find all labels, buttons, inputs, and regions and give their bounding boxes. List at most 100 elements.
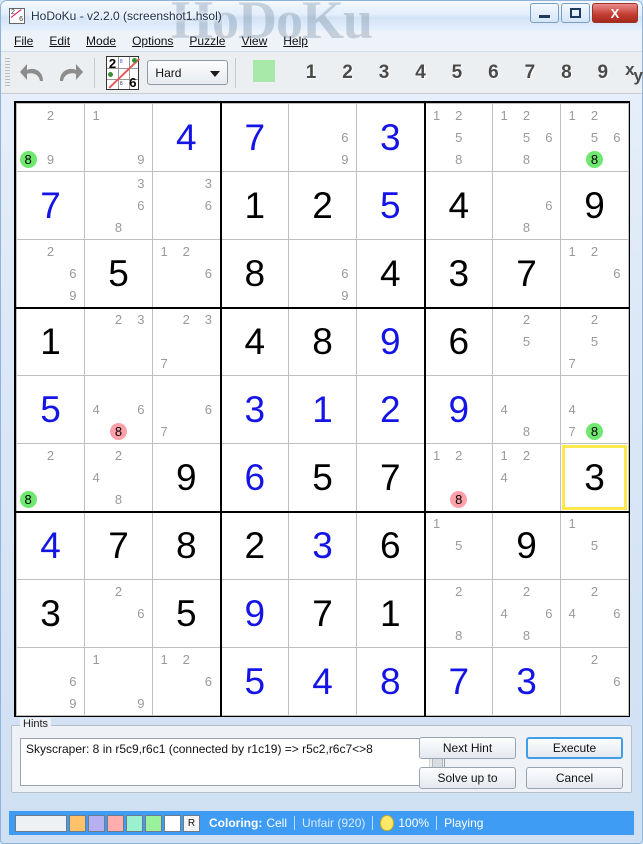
sudoku-cell-r2c8[interactable]: 68 <box>492 171 561 240</box>
sudoku-cell-r9c2[interactable]: 19 <box>84 647 153 716</box>
redo-button[interactable] <box>51 57 86 89</box>
sudoku-cell-r9c6[interactable]: 8 <box>356 647 426 716</box>
color-swatch-orange[interactable] <box>69 814 86 832</box>
sudoku-cell-r9c4[interactable]: 5 <box>220 647 289 716</box>
sudoku-cell-r7c7[interactable]: 15 <box>424 511 493 580</box>
sudoku-cell-r4c8[interactable]: 25 <box>492 307 561 376</box>
sudoku-cell-r3c4[interactable]: 8 <box>220 239 289 309</box>
sudoku-cell-r4c3[interactable]: 23 7 <box>152 307 222 376</box>
color-reset-button[interactable]: R <box>183 814 200 832</box>
color-swatch-none[interactable] <box>15 814 67 832</box>
solve-up-to-button[interactable]: Solve up to <box>419 767 516 789</box>
sudoku-cell-r8c9[interactable]: 24 6 <box>560 579 629 648</box>
sudoku-cell-r2c5[interactable]: 2 <box>288 171 357 240</box>
number-button-3[interactable]: 3 <box>366 62 402 84</box>
toolbar-grip[interactable] <box>5 57 10 88</box>
sudoku-cell-r5c6[interactable]: 2 <box>356 375 426 444</box>
sudoku-cell-r7c2[interactable]: 7 <box>84 511 153 580</box>
mini-sudoku-icon[interactable]: 2 6 8 8 <box>105 55 140 90</box>
sudoku-cell-r2c2[interactable]: 3 68 <box>84 171 153 240</box>
sudoku-cell-r6c9[interactable]: 3 <box>560 443 629 513</box>
cancel-button[interactable]: Cancel <box>526 767 623 789</box>
sudoku-cell-r1c8[interactable]: 12 568 <box>492 103 561 172</box>
number-button-9[interactable]: 9 <box>585 62 621 84</box>
sudoku-cell-r6c4[interactable]: 6 <box>220 443 289 513</box>
sudoku-cell-r1c1[interactable]: 2 89 <box>16 103 85 172</box>
color-swatch-teal[interactable] <box>126 814 143 832</box>
sudoku-cell-r5c8[interactable]: 48 <box>492 375 561 444</box>
sudoku-cell-r2c6[interactable]: 5 <box>356 171 426 240</box>
sudoku-cell-r5c1[interactable]: 5 <box>16 375 85 444</box>
sudoku-cell-r5c5[interactable]: 1 <box>288 375 357 444</box>
sudoku-cell-r8c5[interactable]: 7 <box>288 579 357 648</box>
undo-button[interactable] <box>16 57 51 89</box>
sudoku-cell-r8c3[interactable]: 5 <box>152 579 222 648</box>
sudoku-cell-r6c6[interactable]: 7 <box>356 443 426 513</box>
hint-textarea[interactable]: Skyscraper: 8 in r5c9,r6c1 (connected by… <box>20 738 445 786</box>
menu-item-file[interactable]: File <box>7 32 40 50</box>
color-swatch-pink[interactable] <box>107 814 124 832</box>
sudoku-cell-r3c5[interactable]: 69 <box>288 239 357 309</box>
sudoku-cell-r5c2[interactable]: 4 68 <box>84 375 153 444</box>
menu-item-puzzle[interactable]: Puzzle <box>182 32 232 50</box>
sudoku-cell-r7c5[interactable]: 3 <box>288 511 357 580</box>
number-button-2[interactable]: 2 <box>329 62 365 84</box>
menu-item-help[interactable]: Help <box>276 32 315 50</box>
sudoku-cell-r9c5[interactable]: 4 <box>288 647 357 716</box>
number-button-7[interactable]: 7 <box>512 62 548 84</box>
sudoku-cell-r7c6[interactable]: 6 <box>356 511 426 580</box>
sudoku-cell-r1c7[interactable]: 12 5 8 <box>424 103 493 172</box>
color-swatch-purple[interactable] <box>88 814 105 832</box>
next-hint-button[interactable]: Next Hint <box>419 737 516 759</box>
close-button[interactable]: X <box>592 3 638 23</box>
menu-item-mode[interactable]: Mode <box>79 32 123 50</box>
sudoku-cell-r9c1[interactable]: 69 <box>16 647 85 716</box>
sudoku-cell-r9c7[interactable]: 7 <box>424 647 493 716</box>
execute-button[interactable]: Execute <box>526 737 623 759</box>
sudoku-cell-r8c7[interactable]: 28 <box>424 579 493 648</box>
sudoku-cell-r1c2[interactable]: 19 <box>84 103 153 172</box>
sudoku-cell-r3c8[interactable]: 7 <box>492 239 561 309</box>
sudoku-cell-r4c2[interactable]: 23 <box>84 307 153 376</box>
sudoku-cell-r4c1[interactable]: 1 <box>16 307 85 376</box>
sudoku-cell-r5c7[interactable]: 9 <box>424 375 493 444</box>
sudoku-cell-r8c8[interactable]: 24 68 <box>492 579 561 648</box>
sudoku-cell-r4c7[interactable]: 6 <box>424 307 493 376</box>
sudoku-cell-r5c3[interactable]: 67 <box>152 375 222 444</box>
sudoku-cell-r9c3[interactable]: 126 <box>152 647 222 716</box>
sudoku-cell-r3c7[interactable]: 3 <box>424 239 493 309</box>
sudoku-cell-r4c5[interactable]: 8 <box>288 307 357 376</box>
sudoku-cell-r1c6[interactable]: 3 <box>356 103 426 172</box>
sudoku-cell-r4c4[interactable]: 4 <box>220 307 289 376</box>
sudoku-cell-r6c3[interactable]: 9 <box>152 443 222 513</box>
menu-item-options[interactable]: Options <box>125 32 180 50</box>
sudoku-cell-r3c1[interactable]: 26 9 <box>16 239 85 309</box>
sudoku-cell-r8c1[interactable]: 3 <box>16 579 85 648</box>
sudoku-cell-r7c1[interactable]: 4 <box>16 511 85 580</box>
sudoku-cell-r6c1[interactable]: 28 <box>16 443 85 513</box>
sudoku-cell-r2c4[interactable]: 1 <box>220 171 289 240</box>
sudoku-cell-r7c4[interactable]: 2 <box>220 511 289 580</box>
menu-item-view[interactable]: View <box>234 32 274 50</box>
difficulty-select[interactable]: Hard <box>147 60 229 85</box>
sudoku-cell-r7c3[interactable]: 8 <box>152 511 222 580</box>
sudoku-cell-r5c9[interactable]: 4 78 <box>560 375 629 444</box>
sudoku-cell-r5c4[interactable]: 3 <box>220 375 289 444</box>
sudoku-cell-r1c9[interactable]: 12 568 <box>560 103 629 172</box>
sudoku-cell-r9c9[interactable]: 26 <box>560 647 629 716</box>
sudoku-cell-r3c3[interactable]: 126 <box>152 239 222 309</box>
sudoku-cell-r1c5[interactable]: 69 <box>288 103 357 172</box>
number-button-1[interactable]: 1 <box>293 62 329 84</box>
sudoku-cell-r6c7[interactable]: 12 8 <box>424 443 493 513</box>
number-button-4[interactable]: 4 <box>402 62 438 84</box>
number-button-6[interactable]: 6 <box>475 62 511 84</box>
minimize-button[interactable] <box>530 3 559 23</box>
sudoku-cell-r6c5[interactable]: 5 <box>288 443 357 513</box>
sudoku-cell-r3c2[interactable]: 5 <box>84 239 153 309</box>
sudoku-cell-r7c9[interactable]: 15 <box>560 511 629 580</box>
sudoku-cell-r2c7[interactable]: 4 <box>424 171 493 240</box>
sudoku-cell-r2c1[interactable]: 7 <box>16 171 85 240</box>
sudoku-cell-r1c3[interactable]: 4 <box>152 103 222 172</box>
sudoku-cell-r6c8[interactable]: 124 <box>492 443 561 513</box>
color-swatch-green[interactable] <box>145 814 162 832</box>
